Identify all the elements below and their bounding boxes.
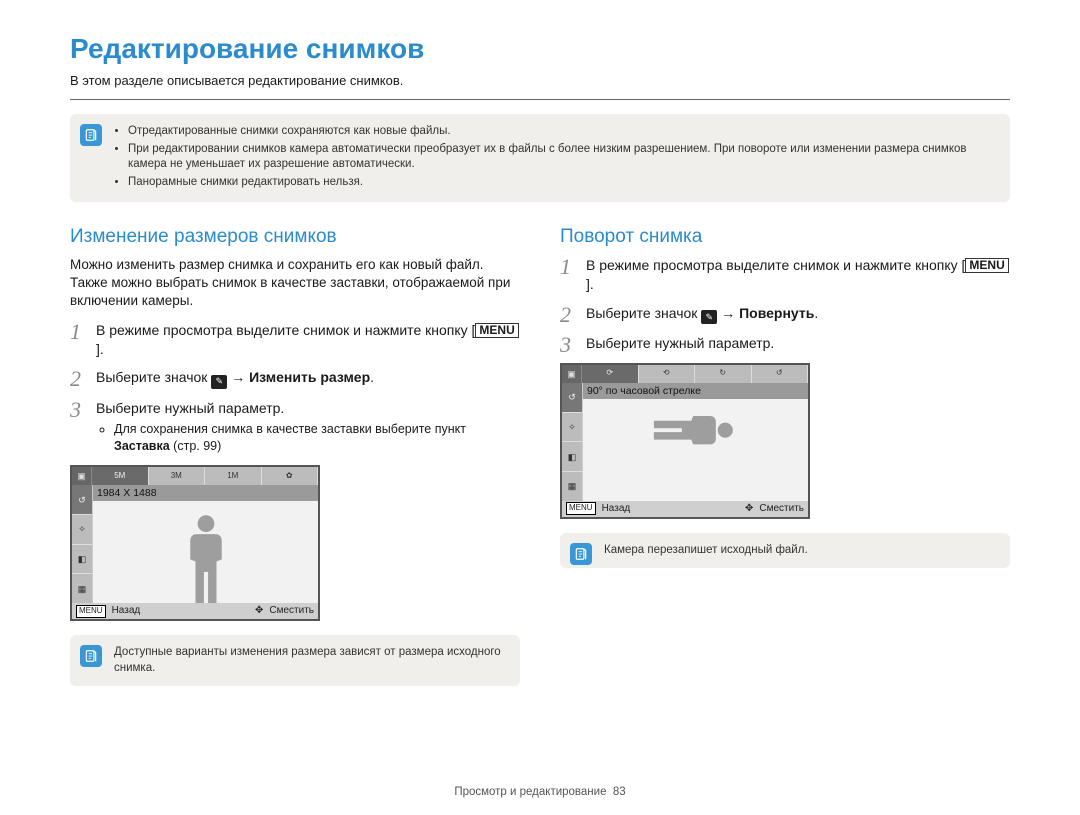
page-subtitle: В этом разделе описывается редактировани… [70, 72, 1010, 90]
footer-move-label: Сместить [269, 604, 314, 618]
footer-section: Просмотр и редактирование [454, 786, 606, 798]
footer-back-label: Назад [602, 502, 631, 516]
size-option-icon: 5M [92, 467, 149, 485]
rotate-screen-preview: ▣ ⟳ ⟲ ↻ ↺ ↺ ✧ ◧ ▦ 9 [560, 363, 810, 519]
step-text: . [370, 369, 374, 385]
left-tab-icon: ↺ [562, 383, 582, 412]
screen-body: ↺ ✧ ◧ ▦ 90° по часовой стрелке [562, 383, 808, 501]
screen-top-options: 5M 3M 1M ✿ [92, 467, 318, 485]
nav-cross-icon: ✥ [745, 502, 753, 516]
bullet-text: Для сохранения снимка в качестве заставк… [114, 422, 466, 436]
step-text: ]. [586, 276, 594, 292]
left-step-2: Выберите значок ✎ → Изменить размер. [70, 368, 520, 388]
screen-body: ↺ ✧ ◧ ▦ 1984 X 1488 [72, 485, 318, 603]
step-text: Выберите значок [96, 369, 211, 385]
left-column: Изменение размеров снимков Можно изменит… [70, 224, 520, 708]
left-tab-icon: ▦ [562, 471, 582, 501]
right-steps: В режиме просмотра выделите снимок и наж… [560, 256, 1010, 353]
footer-page-number: 83 [613, 786, 626, 798]
screen-main-label: 1984 X 1488 [93, 485, 318, 501]
step-text: Выберите нужный параметр. [586, 335, 774, 351]
step-text: В режиме просмотра выделите снимок и наж… [586, 257, 965, 273]
step-text: ]. [96, 341, 104, 357]
footer-back-label: Назад [112, 604, 141, 618]
step-text: В режиме просмотра выделите снимок и наж… [96, 322, 475, 338]
arrow-text: → [227, 369, 249, 385]
left-step-1: В режиме просмотра выделите снимок и наж… [70, 321, 520, 359]
step-text: Выберите значок [586, 305, 701, 321]
screen-main-area: 90° по часовой стрелке [582, 383, 808, 501]
person-silhouette-icon [138, 509, 273, 603]
menu-key: MENU [965, 258, 1008, 273]
arrow-text: → [717, 305, 739, 321]
left-tab-icon: ◧ [562, 441, 582, 471]
screen-left-tabs: ↺ ✧ ◧ ▦ [562, 383, 582, 501]
content-columns: Изменение размеров снимков Можно изменит… [70, 224, 1010, 708]
rotate-option-icon: ↺ [752, 365, 809, 383]
edit-tool-icon: ✎ [211, 375, 227, 389]
person-silhouette-rotated-icon [653, 369, 738, 491]
right-section-heading: Поворот снимка [560, 224, 1010, 250]
left-tab-icon: ◧ [72, 544, 92, 574]
resize-screen-preview: ▣ 5M 3M 1M ✿ ↺ ✧ ◧ ▦ [70, 465, 320, 621]
action-name: Изменить размер [249, 369, 370, 385]
menu-key: MENU [475, 323, 518, 338]
left-tab-icon: ✧ [562, 412, 582, 442]
note-icon [80, 124, 102, 146]
left-note-text: Доступные варианты изменения размера зав… [114, 646, 501, 674]
screen-corner-icon: ▣ [562, 365, 582, 383]
screen-main-area: 1984 X 1488 [92, 485, 318, 603]
top-note-item: Панорамные снимки редактировать нельзя. [128, 175, 996, 191]
screen-left-tabs: ↺ ✧ ◧ ▦ [72, 485, 92, 603]
edit-tool-icon: ✎ [701, 310, 717, 324]
screen-footer: MENU Назад ✥ Сместить [562, 501, 808, 517]
top-note-item: При редактировании снимков камера автома… [128, 142, 996, 173]
screen-footer: MENU Назад ✥ Сместить [72, 603, 318, 619]
left-note-box: Доступные варианты изменения размера зав… [70, 635, 520, 686]
size-option-icon: 3M [149, 467, 206, 485]
screen-top-row: ▣ 5M 3M 1M ✿ [72, 467, 318, 485]
left-section-heading: Изменение размеров снимков [70, 224, 520, 250]
left-tab-icon: ▦ [72, 573, 92, 603]
size-option-icon: 1M [205, 467, 262, 485]
left-tab-icon: ✧ [72, 514, 92, 544]
footer-move-label: Сместить [759, 502, 804, 516]
rotate-option-icon: ⟳ [582, 365, 639, 383]
right-column: Поворот снимка В режиме просмотра выдели… [560, 224, 1010, 708]
title-divider [70, 99, 1010, 100]
manual-page: Редактирование снимков В этом разделе оп… [0, 0, 1080, 815]
left-section-intro: Можно изменить размер снимка и сохранить… [70, 256, 520, 311]
right-step-3: Выберите нужный параметр. [560, 334, 1010, 353]
step-text: . [814, 305, 818, 321]
page-footer: Просмотр и редактирование 83 [0, 785, 1080, 801]
menu-key-small: MENU [566, 502, 596, 515]
note-icon [80, 645, 102, 667]
left-steps: В режиме просмотра выделите снимок и наж… [70, 321, 520, 456]
note-icon [570, 543, 592, 565]
left-tab-icon: ↺ [72, 485, 92, 514]
bullet-item: Для сохранения снимка в качестве заставк… [114, 421, 520, 455]
page-title: Редактирование снимков [70, 30, 1010, 68]
left-step-3: Выберите нужный параметр. Для сохранения… [70, 399, 520, 456]
action-name: Повернуть [739, 305, 814, 321]
right-step-2: Выберите значок ✎ → Повернуть. [560, 304, 1010, 324]
left-step-3-bullets: Для сохранения снимка в качестве заставк… [96, 421, 520, 455]
nav-cross-icon: ✥ [255, 604, 263, 618]
screen-corner-icon: ▣ [72, 467, 92, 485]
top-note-list: Отредактированные снимки сохраняются как… [114, 124, 996, 190]
right-step-1: В режиме просмотра выделите снимок и наж… [560, 256, 1010, 294]
bullet-bold: Заставка [114, 439, 170, 453]
menu-key-small: MENU [76, 605, 106, 618]
right-note-text: Камера перезапишет исходный файл. [604, 544, 808, 556]
bullet-text: (стр. 99) [170, 439, 222, 453]
top-note-box: Отредактированные снимки сохраняются как… [70, 114, 1010, 202]
top-note-item: Отредактированные снимки сохраняются как… [128, 124, 996, 140]
right-note-box: Камера перезапишет исходный файл. [560, 533, 1010, 569]
size-option-icon: ✿ [262, 467, 319, 485]
step-text: Выберите нужный параметр. [96, 400, 284, 416]
